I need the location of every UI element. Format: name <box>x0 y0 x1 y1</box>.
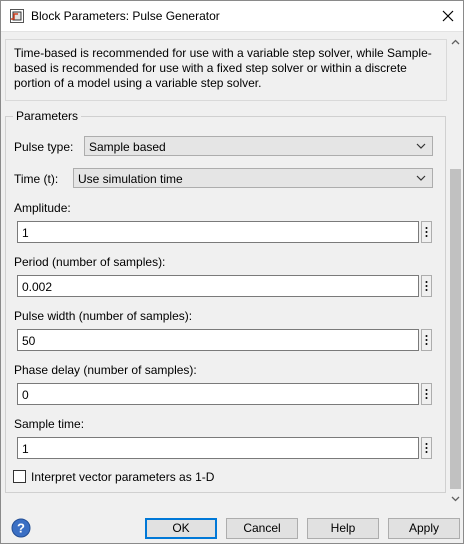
amplitude-more-button[interactable] <box>421 221 432 243</box>
vertical-scrollbar[interactable] <box>448 32 463 508</box>
pulse-type-value: Sample based <box>89 140 166 154</box>
amplitude-field[interactable]: 1 <box>17 221 419 243</box>
ok-button[interactable]: OK <box>145 518 217 539</box>
time-label: Time (t): <box>14 172 59 186</box>
pulse-width-label: Pulse width (number of samples): <box>14 309 193 323</box>
pulse-width-more-button[interactable] <box>421 329 432 351</box>
help-icon[interactable]: ? <box>11 518 31 538</box>
vertical-ellipsis-icon <box>425 281 428 291</box>
pulse-type-select[interactable]: Sample based <box>84 136 433 156</box>
vertical-ellipsis-icon <box>425 227 428 237</box>
simulink-block-icon <box>10 9 24 23</box>
parameters-legend: Parameters <box>13 109 82 123</box>
scroll-down-button[interactable] <box>448 491 463 506</box>
period-value: 0.002 <box>22 280 53 294</box>
sample-time-label: Sample time: <box>14 417 85 431</box>
description-text: Time-based is recommended for use with a… <box>14 46 432 90</box>
chevron-down-icon <box>416 143 426 149</box>
amplitude-value: 1 <box>22 226 29 240</box>
close-icon <box>442 10 454 22</box>
cancel-button[interactable]: Cancel <box>226 518 298 539</box>
pulse-width-field[interactable]: 50 <box>17 329 419 351</box>
phase-delay-more-button[interactable] <box>421 383 432 405</box>
chevron-down-icon <box>416 175 426 181</box>
sample-time-more-button[interactable] <box>421 437 432 459</box>
chevron-down-icon <box>451 496 460 501</box>
phase-delay-field[interactable]: 0 <box>17 383 419 405</box>
scroll-up-button[interactable] <box>448 34 463 49</box>
amplitude-label: Amplitude: <box>14 201 71 215</box>
period-field[interactable]: 0.002 <box>17 275 419 297</box>
svg-text:?: ? <box>17 521 25 536</box>
sample-time-value: 1 <box>22 442 29 456</box>
help-button[interactable]: Help <box>307 518 379 539</box>
vertical-ellipsis-icon <box>425 443 428 453</box>
period-more-button[interactable] <box>421 275 432 297</box>
phase-delay-value: 0 <box>22 388 29 402</box>
vertical-ellipsis-icon <box>425 335 428 345</box>
interpret-vector-checkbox[interactable] <box>13 470 26 483</box>
phase-delay-label: Phase delay (number of samples): <box>14 363 197 377</box>
period-label: Period (number of samples): <box>14 255 166 269</box>
description-panel: Time-based is recommended for use with a… <box>5 39 447 101</box>
sample-time-field[interactable]: 1 <box>17 437 419 459</box>
pulse-width-value: 50 <box>22 334 36 348</box>
window-title: Block Parameters: Pulse Generator <box>31 9 220 23</box>
scrollbar-thumb[interactable] <box>450 169 461 489</box>
apply-button[interactable]: Apply <box>388 518 460 539</box>
time-select[interactable]: Use simulation time <box>73 168 433 188</box>
dialog-window: Block Parameters: Pulse Generator Time-b… <box>0 0 464 544</box>
chevron-up-icon <box>451 39 460 44</box>
vertical-ellipsis-icon <box>425 389 428 399</box>
interpret-vector-label: Interpret vector parameters as 1-D <box>31 470 215 484</box>
time-value: Use simulation time <box>78 172 183 186</box>
pulse-type-label: Pulse type: <box>14 140 74 154</box>
title-bar: Block Parameters: Pulse Generator <box>1 1 463 32</box>
dialog-footer: ? OK Cancel Help Apply <box>1 509 463 543</box>
close-button[interactable] <box>433 1 463 31</box>
